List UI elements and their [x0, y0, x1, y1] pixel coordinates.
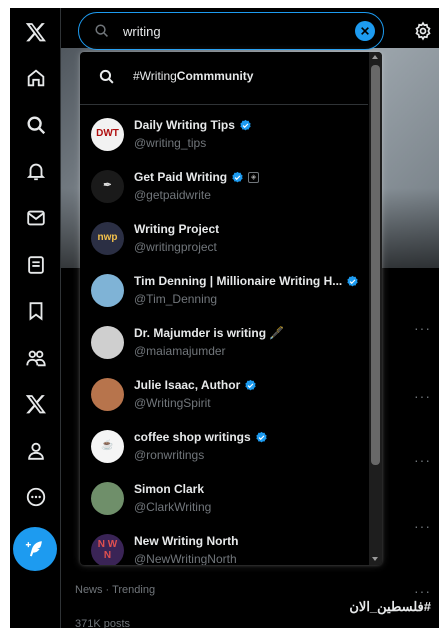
user-handle: @getpaidwrite — [134, 188, 211, 202]
user-handle: @NewWritingNorth — [134, 552, 237, 565]
user-display-name: New Writing North — [134, 534, 238, 548]
user-handle: @WritingSpirit — [134, 396, 211, 410]
home-icon[interactable] — [16, 58, 56, 98]
user-display-name: coffee shop writings — [134, 430, 268, 444]
user-suggestion-item[interactable]: ✒ Get Paid Writing ◈ @getpaidwrite — [80, 161, 368, 213]
more-icon[interactable] — [16, 477, 56, 517]
profile-icon[interactable] — [16, 431, 56, 471]
user-handle: @writing_tips — [134, 136, 207, 150]
communities-icon[interactable] — [16, 338, 56, 378]
avatar: N W N — [91, 534, 124, 565]
x-logo-icon[interactable] — [16, 12, 56, 52]
search-topic-label: #WritingCommmunity — [133, 69, 254, 83]
search-icon — [99, 69, 114, 84]
user-display-name: Daily Writing Tips — [134, 118, 252, 132]
user-handle: @writingproject — [134, 240, 217, 254]
premium-icon[interactable] — [16, 384, 56, 424]
trend-posts: 371K posts — [75, 618, 131, 628]
user-name-text: coffee shop writings — [134, 430, 251, 444]
user-display-name: Writing Project — [134, 222, 219, 236]
user-display-name: Get Paid Writing ◈ — [134, 170, 260, 184]
dropdown-scrollbar[interactable] — [369, 52, 382, 565]
search-icon — [95, 24, 108, 37]
user-name-text: Writing Project — [134, 222, 220, 236]
verified-badge-icon — [232, 171, 243, 182]
user-handle: @ronwritings — [134, 448, 205, 462]
verified-badge-icon — [245, 379, 256, 390]
user-handle: @ClarkWriting — [134, 500, 212, 514]
user-name-text: Get Paid Writing — [134, 170, 228, 184]
user-suggestion-item[interactable]: Simon Clark @ClarkWriting — [80, 473, 368, 525]
lists-icon[interactable] — [16, 245, 56, 285]
trend-more-icon[interactable]: ··· — [414, 452, 431, 468]
compose-icon — [25, 541, 42, 557]
settings-gear-icon[interactable] — [413, 21, 433, 41]
user-suggestion-item[interactable]: nwp Writing Project @writingproject — [80, 213, 368, 265]
user-handle: @maiamajumder — [134, 344, 226, 358]
notifications-icon[interactable] — [16, 151, 56, 191]
trend-name[interactable]: #فلسطين_الان — [349, 599, 431, 615]
trend-more-icon[interactable]: ··· — [414, 583, 431, 599]
user-name-text: Julie Isaac, Author — [134, 378, 241, 392]
user-name-text: Dr. Majumder is writing 🖋️ — [134, 326, 285, 340]
scroll-up-arrow-icon[interactable] — [372, 55, 378, 59]
verified-badge-icon — [256, 431, 267, 442]
avatar — [91, 274, 124, 307]
verified-badge-icon — [240, 119, 251, 130]
user-handle: @Tim_Denning — [134, 292, 218, 306]
messages-icon[interactable] — [16, 198, 56, 238]
user-suggestion-item[interactable]: ☕ coffee shop writings @ronwritings — [80, 421, 368, 473]
user-suggestion-item[interactable]: Julie Isaac, Author @WritingSpirit — [80, 369, 368, 421]
avatar: nwp — [91, 222, 124, 255]
trend-more-icon[interactable]: ··· — [414, 388, 431, 404]
explore-icon[interactable] — [16, 105, 56, 145]
close-icon — [361, 27, 369, 35]
avatar: ☕ — [91, 430, 124, 463]
user-name-text: Daily Writing Tips — [134, 118, 235, 132]
user-suggestion-item[interactable]: Dr. Majumder is writing 🖋️ @maiamajumder — [80, 317, 368, 369]
search-input[interactable] — [123, 21, 343, 41]
user-name-text: Simon Clark — [134, 482, 205, 496]
clear-search-button[interactable] — [355, 21, 375, 41]
user-suggestion-item[interactable]: Tim Denning | Millionaire Writing H... @T… — [80, 265, 368, 317]
avatar: DWT — [91, 118, 124, 151]
user-display-name: Simon Clark — [134, 482, 204, 496]
avatar: ✒ — [91, 170, 124, 203]
user-suggestion-item[interactable]: DWT Daily Writing Tips @writing_tips — [80, 109, 368, 161]
avatar — [91, 482, 124, 515]
verified-badge-icon — [347, 275, 358, 286]
trend-more-icon[interactable]: ··· — [414, 518, 431, 534]
user-name-text: Tim Denning | Millionaire Writing H... — [134, 274, 343, 288]
avatar — [91, 378, 124, 411]
user-suggestion-item[interactable]: N W N New Writing North @NewWritingNorth — [80, 525, 368, 565]
search-topic-row[interactable]: #WritingCommmunity — [80, 52, 368, 105]
trend-more-icon[interactable]: ··· — [414, 320, 431, 336]
avatar — [91, 326, 124, 359]
search-box[interactable] — [78, 12, 384, 50]
compose-button[interactable] — [13, 527, 57, 571]
user-display-name: Julie Isaac, Author — [134, 378, 257, 392]
user-display-name: Tim Denning | Millionaire Writing H... — [134, 274, 359, 288]
user-name-text: New Writing North — [134, 534, 239, 548]
bookmarks-icon[interactable] — [16, 291, 56, 331]
scroll-down-arrow-icon[interactable] — [372, 557, 378, 561]
trend-meta: News · Trending — [75, 584, 156, 596]
side-nav — [10, 8, 61, 628]
user-display-name: Dr. Majumder is writing 🖋️ — [134, 326, 284, 340]
app-window: ··· ··· ··· ··· ··· News · Trending #فلس… — [10, 8, 439, 628]
affiliate-badge-icon: ◈ — [248, 171, 260, 183]
search-dropdown: #WritingCommmunity DWT Daily Writing Tips… — [80, 52, 382, 565]
scroll-thumb[interactable] — [371, 65, 380, 465]
